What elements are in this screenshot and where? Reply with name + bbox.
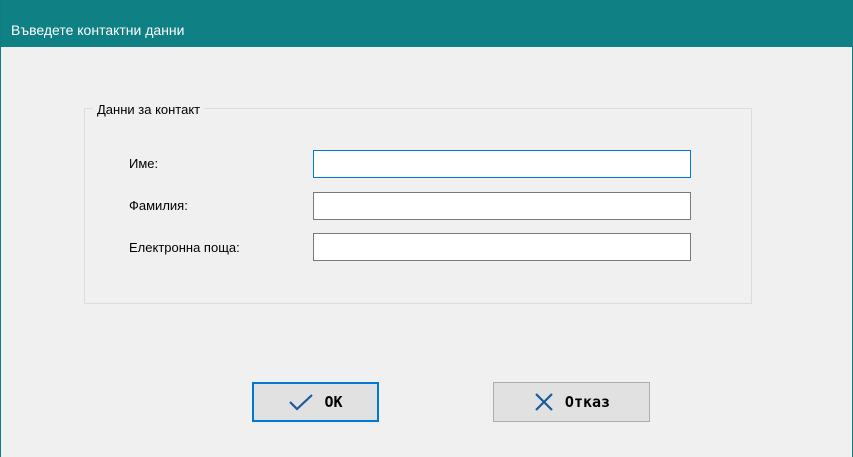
close-icon xyxy=(535,393,553,411)
cancel-button[interactable]: Отказ xyxy=(493,382,650,422)
last-name-input[interactable] xyxy=(313,192,691,220)
checkmark-icon xyxy=(289,394,314,411)
email-input[interactable] xyxy=(313,233,691,261)
groupbox-legend: Данни за контакт xyxy=(93,102,205,117)
email-label: Електронна поща: xyxy=(129,240,240,255)
cancel-button-label: Отказ xyxy=(564,393,611,411)
dialog-window: Въведете контактни данни Данни за контак… xyxy=(0,0,853,457)
title-bar[interactable]: Въведете контактни данни xyxy=(1,0,853,47)
window-title: Въведете контактни данни xyxy=(11,22,185,38)
ok-button[interactable]: OK xyxy=(252,382,379,422)
ok-button-label: OK xyxy=(324,393,343,411)
first-name-label: Име: xyxy=(129,156,159,171)
last-name-label: Фамилия: xyxy=(129,198,188,213)
first-name-input[interactable] xyxy=(313,150,691,178)
